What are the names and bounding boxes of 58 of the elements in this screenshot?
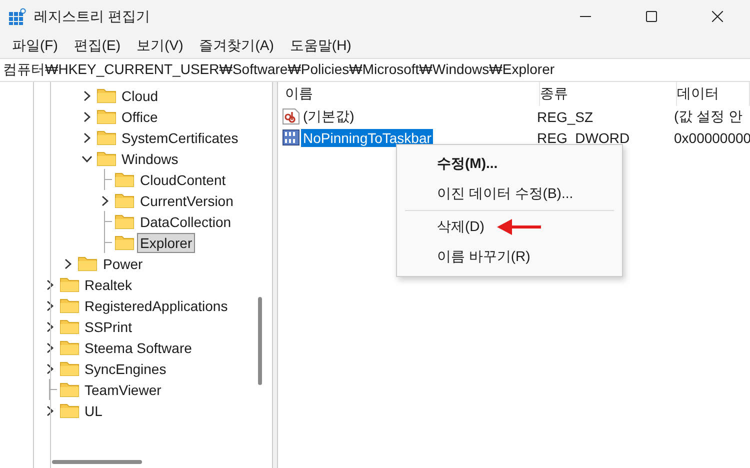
tree-item[interactable]: Realtek [82,274,135,294]
menu-item[interactable]: 삭제(D) [437,218,484,236]
table-cell-text: REG_SZ [537,108,594,124]
tree-item[interactable]: CurrentVersion [137,190,236,210]
binary-value-icon [282,129,300,146]
folder-icon [60,382,78,397]
folder-icon [60,403,78,418]
folder-icon [96,151,116,166]
tree-item[interactable]: TeamViewer [82,380,164,400]
tree-item[interactable]: Windows [118,148,182,168]
registry-grid-icon [9,8,26,25]
column-header[interactable]: 이름 [285,82,540,106]
folder-icon [78,256,97,271]
maximize-icon [646,11,656,22]
table-cell-text: REG_DWORD [537,130,631,146]
value-name[interactable]: NoPinningToTaskbar [301,128,434,146]
folder-icon [60,277,78,292]
tree-item[interactable]: Steema Software [82,338,195,358]
folder-icon [60,361,78,376]
window-title: 레지스트리 편집기 [34,8,151,26]
column-header[interactable]: 데이터 [677,82,750,106]
tree-item[interactable]: SystemCertificates [118,128,242,148]
tree-item[interactable]: UL [82,400,106,420]
menu-item[interactable]: 이진 데이터 수정(B)... [437,185,574,203]
folder-icon [60,340,78,355]
tree-item[interactable]: Explorer [137,232,196,252]
folder-icon [115,235,134,250]
tree-item[interactable]: SyncEngines [82,358,170,378]
tree-item[interactable]: CloudContent [137,170,229,190]
folder-icon [115,214,134,229]
scrollbar-thumb[interactable] [52,460,142,464]
folder-icon [115,172,134,187]
menu-item[interactable]: 도움말(H) [282,36,360,54]
scrollbar-thumb[interactable] [258,297,262,385]
close-icon [712,11,722,22]
folder-icon [115,193,134,208]
menu-item[interactable]: 편집(E) [66,36,129,54]
tree-item[interactable]: Cloud [118,86,162,106]
menu-item[interactable]: 즐겨찾기(A) [191,36,282,54]
value-name[interactable]: (기본값) [301,106,356,126]
tree-item[interactable]: DataCollection [137,212,234,232]
menu-item[interactable]: 보기(V) [128,36,192,54]
folder-icon [60,319,78,334]
folder-icon [60,298,78,313]
menu-item[interactable]: 파일(F) [4,36,66,54]
tree-item[interactable]: SSPrint [82,316,135,336]
folder-icon [96,130,116,145]
tree-item[interactable]: RegisteredApplications [82,296,231,316]
address-field[interactable]: 컴퓨터₩HKEY_CURRENT_USER₩Software₩Policies₩Microsoft₩Windows₩Explorer [0,58,750,82]
column-header[interactable]: 종류 [540,82,677,106]
folder-icon [96,109,116,124]
text-value-icon [282,108,300,125]
tree-item[interactable]: Office [118,106,161,126]
menu-item[interactable]: 수정(M)... [437,155,498,173]
tree-item[interactable]: Power [100,254,146,274]
menu-item[interactable]: 이름 바꾸기(R) [437,248,530,266]
folder-icon [96,88,116,103]
table-cell-text: (값 설정 안 [674,108,744,126]
